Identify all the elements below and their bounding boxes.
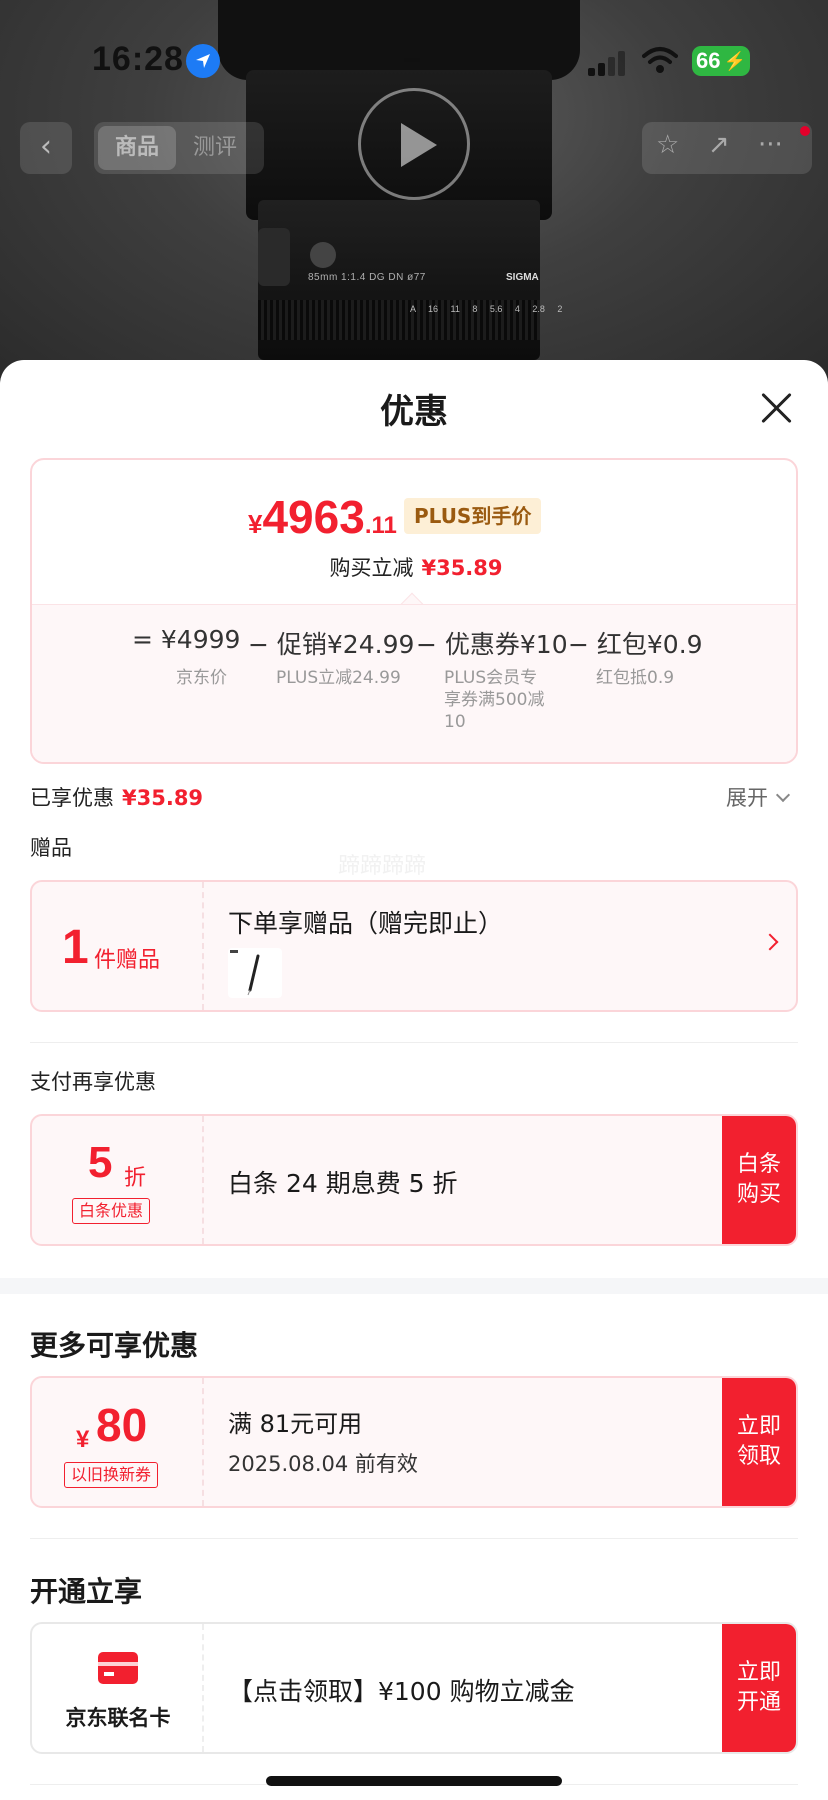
formula-list-price: = ¥4999 [132,625,241,654]
card-offer-text: 【点击领取】¥100 购物立减金 [228,1677,575,1706]
tab-product[interactable]: 商品 [98,126,176,170]
coupon-tag: 以旧换新券 [64,1462,159,1488]
coupon-condition: 满 81元可用 [228,1410,363,1438]
formula-promotion: − 促销¥24.99 [248,630,415,659]
coupon-currency: ¥ [76,1426,90,1453]
expand-label: 展开 [726,786,768,810]
enjoyed-discount: 已享优惠 ¥35.89 [30,782,203,812]
gift-section-label: 赠品 [30,836,72,860]
chevron-right-icon [761,933,779,951]
discount-sheet: 优惠 ¥4963.11 PLUS到手价 购买立减 ¥35.89 = ¥4999 京… [0,360,828,1800]
formula-coupon: − 优惠券¥10 [416,630,568,659]
charging-bolt-icon: ⚡ [723,51,746,71]
final-price: ¥4963.11 [248,490,397,544]
cobrand-card-offer: 京东联名卡 【点击领取】¥100 购物立减金 立即 开通 [30,1622,798,1754]
instant-reduce-line: 购买立减 ¥35.89 [32,552,796,582]
open-section-label: 开通立享 [30,1575,143,1608]
close-icon[interactable] [756,388,796,428]
coupon-amount: 80 [96,1399,148,1451]
price-summary-card: ¥4963.11 PLUS到手价 购买立减 ¥35.89 = ¥4999 京东价 … [30,458,798,764]
baitiao-discount-card: 5 折 白条优惠 白条 24 期息费 5 折 白条 购买 [30,1114,798,1246]
location-arrow-icon [186,44,220,78]
discount-unit: 折 [124,1166,147,1191]
product-tabs: 商品 测评 [94,122,264,174]
trade-in-coupon: ¥ 80 以旧换新券 满 81元可用 2025.08.04 前有效 立即 领取 [30,1376,798,1508]
lens-brand-text: SIGMA [506,272,539,283]
top-right-tools: ☆ ↗ ··· [642,122,812,174]
cellular-signal-icon [588,48,628,76]
tab-review[interactable]: 测评 [176,126,254,170]
share-icon[interactable]: ↗ [708,130,730,160]
card-name: 京东联名卡 [65,1706,171,1730]
enjoyed-label: 已享优惠 [30,786,114,810]
baitiao-tag: 白条优惠 [72,1198,151,1224]
open-card-button[interactable]: 立即 开通 [722,1624,796,1752]
gift-title: 下单享赠品（赠完即止） [228,909,504,938]
gift-card[interactable]: 1 件赠品 下单享赠品（赠完即止） [30,880,798,1012]
gift-thumbnail [228,948,282,998]
formula-list-price-desc: 京东价 [176,668,227,688]
more-icon[interactable]: ··· [758,130,783,160]
price-decimal: .11 [364,512,397,539]
credit-card-icon [98,1652,138,1684]
star-icon[interactable]: ☆ [656,130,679,160]
sheet-title: 优惠 [380,392,448,432]
claim-coupon-button[interactable]: 立即 领取 [722,1378,796,1506]
home-indicator[interactable] [266,1776,562,1786]
enjoyed-value: ¥35.89 [122,786,204,810]
currency-symbol: ¥ [248,509,263,539]
formula-red-packet: − 红包¥0.9 [568,630,703,659]
formula-red-packet-desc: 红包抵0.9 [596,668,675,688]
divider [30,1538,798,1539]
baitiao-buy-button[interactable]: 白条 购买 [722,1116,796,1244]
section-gap [0,1278,828,1294]
price-integer: 4963 [262,491,365,543]
watermark: 蹄蹄蹄蹄 [338,854,427,879]
status-time: 16:28 [92,40,184,78]
formula-promotion-desc: PLUS立减24.99 [276,668,401,688]
lens-spec-text: 85mm 1:1.4 DG DN ø77 [308,272,426,283]
battery-indicator: 66 ⚡ [692,46,750,76]
pay-section-label: 支付再享优惠 [30,1070,156,1094]
reduce-label: 购买立减 [329,556,414,580]
wifi-icon [642,47,678,73]
more-section-label: 更多可享优惠 [30,1329,199,1362]
plus-price-badge: PLUS到手价 [404,498,542,534]
baitiao-text: 白条 24 期息费 5 折 [228,1169,458,1198]
gift-unit: 件赠品 [94,948,161,973]
chevron-down-icon [775,787,791,803]
camera-indicator [404,58,420,62]
divider [30,1042,798,1043]
gift-count: 1 [62,921,89,974]
lens-scale-text: A 16 11 8 5.6 4 2.8 2 [410,304,563,314]
price-breakdown: = ¥4999 京东价 − 促销¥24.99 PLUS立减24.99 − 优惠券… [32,604,796,762]
expand-button[interactable]: 展开 [726,782,791,812]
formula-coupon-desc: PLUS会员专享券满500减10 [444,668,545,732]
discount-number: 5 [88,1138,113,1187]
coupon-expiry: 2025.08.04 前有效 [228,1452,418,1476]
play-video-button[interactable] [358,88,470,200]
notification-dot [800,126,810,136]
back-button[interactable]: ‹ [20,122,72,174]
reduce-value: ¥35.89 [421,556,503,580]
battery-level: 66 [696,48,721,73]
